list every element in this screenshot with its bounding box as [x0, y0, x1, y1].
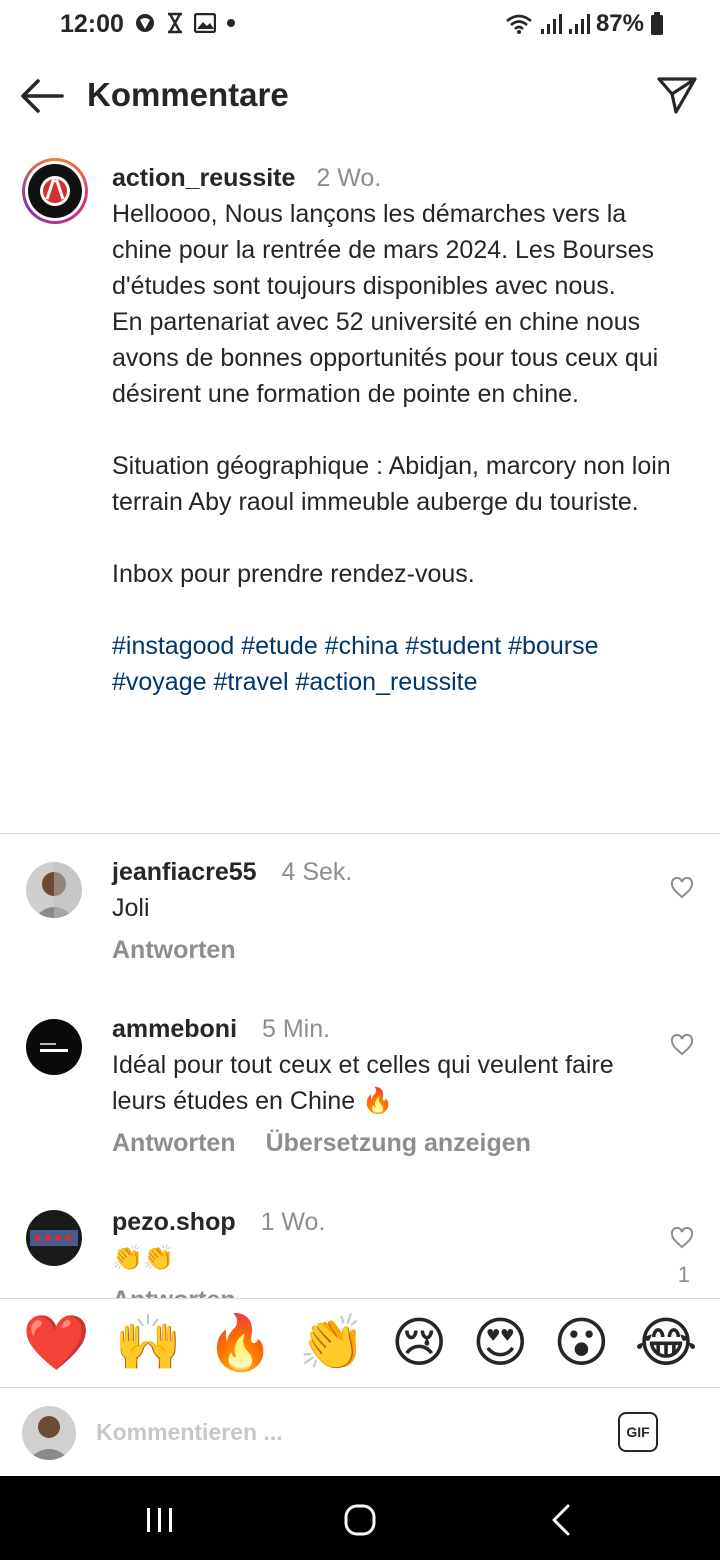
comment-text: Idéal pour tout ceux et celles qui veule… [112, 1051, 614, 1115]
caption-body: action_reussite 2 Wo. Helloooo, Nous lan… [112, 160, 692, 700]
recent-apps-icon[interactable] [140, 1500, 180, 1540]
avatar[interactable] [26, 1210, 82, 1266]
emoji-sad-button[interactable]: 😢 [391, 1316, 447, 1370]
caption-hashtags[interactable]: #instagood #etude #china #student #bours… [112, 628, 692, 700]
back-nav-icon[interactable] [542, 1500, 582, 1540]
comment-body: jeanfiacre55 4 Sek. Joli Antworten [112, 854, 652, 968]
emoji-heart-button[interactable]: ❤️ [22, 1316, 89, 1370]
caption-avatar[interactable] [22, 158, 88, 224]
comment-time: 5 Min. [261, 1015, 331, 1043]
emoji-laughing-button[interactable]: 😂 [634, 1316, 697, 1370]
notification-app-icon [136, 14, 154, 32]
hourglass-icon [168, 12, 182, 34]
like-count: 1 [677, 1262, 690, 1287]
divider [0, 833, 720, 834]
battery-percentage: 87% [595, 10, 644, 37]
avatar[interactable] [26, 1019, 82, 1075]
send-icon[interactable] [656, 74, 698, 116]
brand-logo-icon [28, 164, 82, 218]
status-bar: 12:00 87% [0, 0, 720, 52]
emoji-fire-button[interactable]: 🔥 [207, 1316, 274, 1370]
page-title: Kommentare [87, 76, 289, 113]
emoji-surprised-button[interactable]: 😮 [553, 1316, 609, 1370]
dot-icon [227, 19, 235, 27]
caption-text: Helloooo, Nous lançons les démarches ver… [112, 200, 671, 588]
home-icon[interactable] [340, 1500, 380, 1540]
comment-username[interactable]: jeanfiacre55 [112, 858, 257, 886]
back-arrow-icon[interactable] [20, 76, 64, 116]
header: Kommentare [0, 62, 720, 128]
battery-icon [651, 12, 663, 35]
wifi-icon [506, 14, 532, 34]
comment-input-row: GIF [0, 1390, 720, 1476]
emoji-bar: ❤️ 🙌 🔥 👏 😢 😍 😮 😂 [0, 1298, 720, 1388]
system-nav-bar [0, 1476, 720, 1560]
emoji-heart-eyes-button[interactable]: 😍 [472, 1316, 528, 1370]
comment-username[interactable]: pezo.shop [112, 1208, 236, 1236]
comment-time: 1 Wo. [260, 1208, 326, 1236]
gallery-icon [194, 13, 216, 33]
translate-button[interactable]: Übersetzung anzeigen [266, 1125, 531, 1161]
comment-text: 👏👏 [112, 1244, 175, 1272]
reply-button[interactable]: Antworten [112, 932, 236, 968]
signal-icon-2 [568, 14, 590, 34]
gif-button[interactable]: GIF [618, 1412, 658, 1452]
emoji-clap-button[interactable]: 👏 [299, 1316, 366, 1370]
signal-icon-1 [540, 14, 562, 34]
comment-input[interactable] [96, 1412, 576, 1452]
caption-time: 2 Wo. [316, 164, 382, 192]
caption-username[interactable]: action_reussite [112, 164, 295, 192]
comment-text: Joli [112, 894, 150, 922]
comment-username[interactable]: ammeboni [112, 1015, 237, 1043]
comment-time: 4 Sek. [281, 858, 353, 886]
avatar[interactable] [26, 862, 82, 918]
own-avatar [22, 1406, 76, 1460]
heart-icon[interactable] [670, 1226, 694, 1250]
emoji-raised-hands-button[interactable]: 🙌 [115, 1316, 182, 1370]
status-right: 87% [504, 10, 664, 38]
reply-button[interactable]: Antworten [112, 1125, 236, 1161]
status-time: 12:00 [60, 10, 124, 38]
comment-body: ammeboni 5 Min. Idéal pour tout ceux et … [112, 1011, 652, 1161]
heart-icon[interactable] [670, 876, 694, 900]
post-caption: action_reussite 2 Wo. Helloooo, Nous lan… [0, 152, 720, 832]
heart-icon[interactable] [670, 1033, 694, 1057]
status-left-icons [134, 12, 236, 34]
